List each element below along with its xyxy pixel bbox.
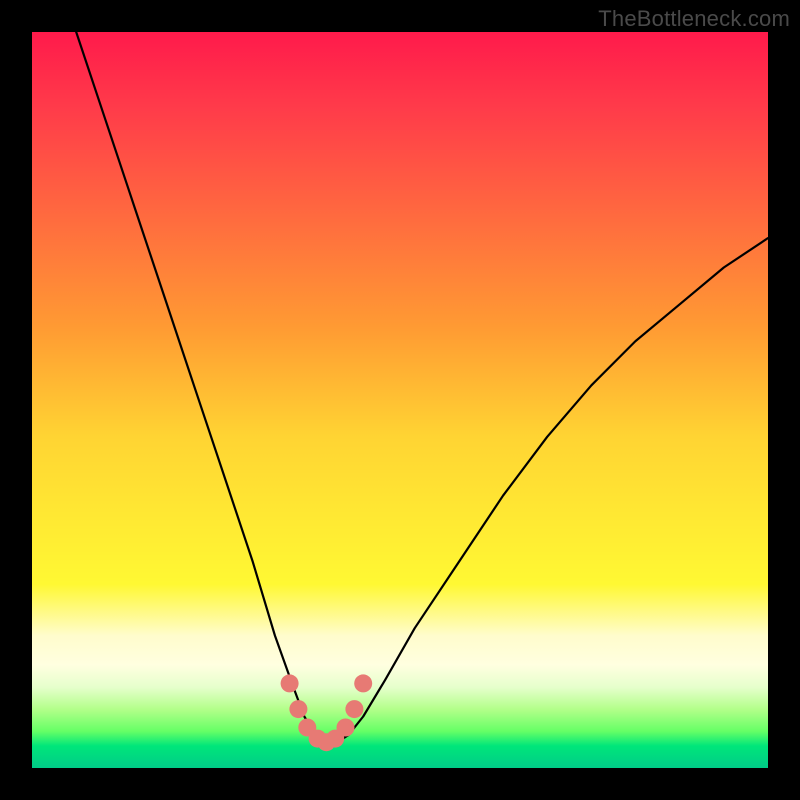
highlight-dot (345, 700, 363, 718)
chart-frame: TheBottleneck.com (0, 0, 800, 800)
highlight-dot (354, 674, 372, 692)
bottleneck-curve (76, 32, 768, 742)
highlight-dots (281, 674, 373, 751)
watermark-text: TheBottleneck.com (598, 6, 790, 32)
highlight-dot (289, 700, 307, 718)
curve-layer (32, 32, 768, 768)
highlight-dot (337, 719, 355, 737)
highlight-dot (281, 674, 299, 692)
gradient-plot-area (32, 32, 768, 768)
